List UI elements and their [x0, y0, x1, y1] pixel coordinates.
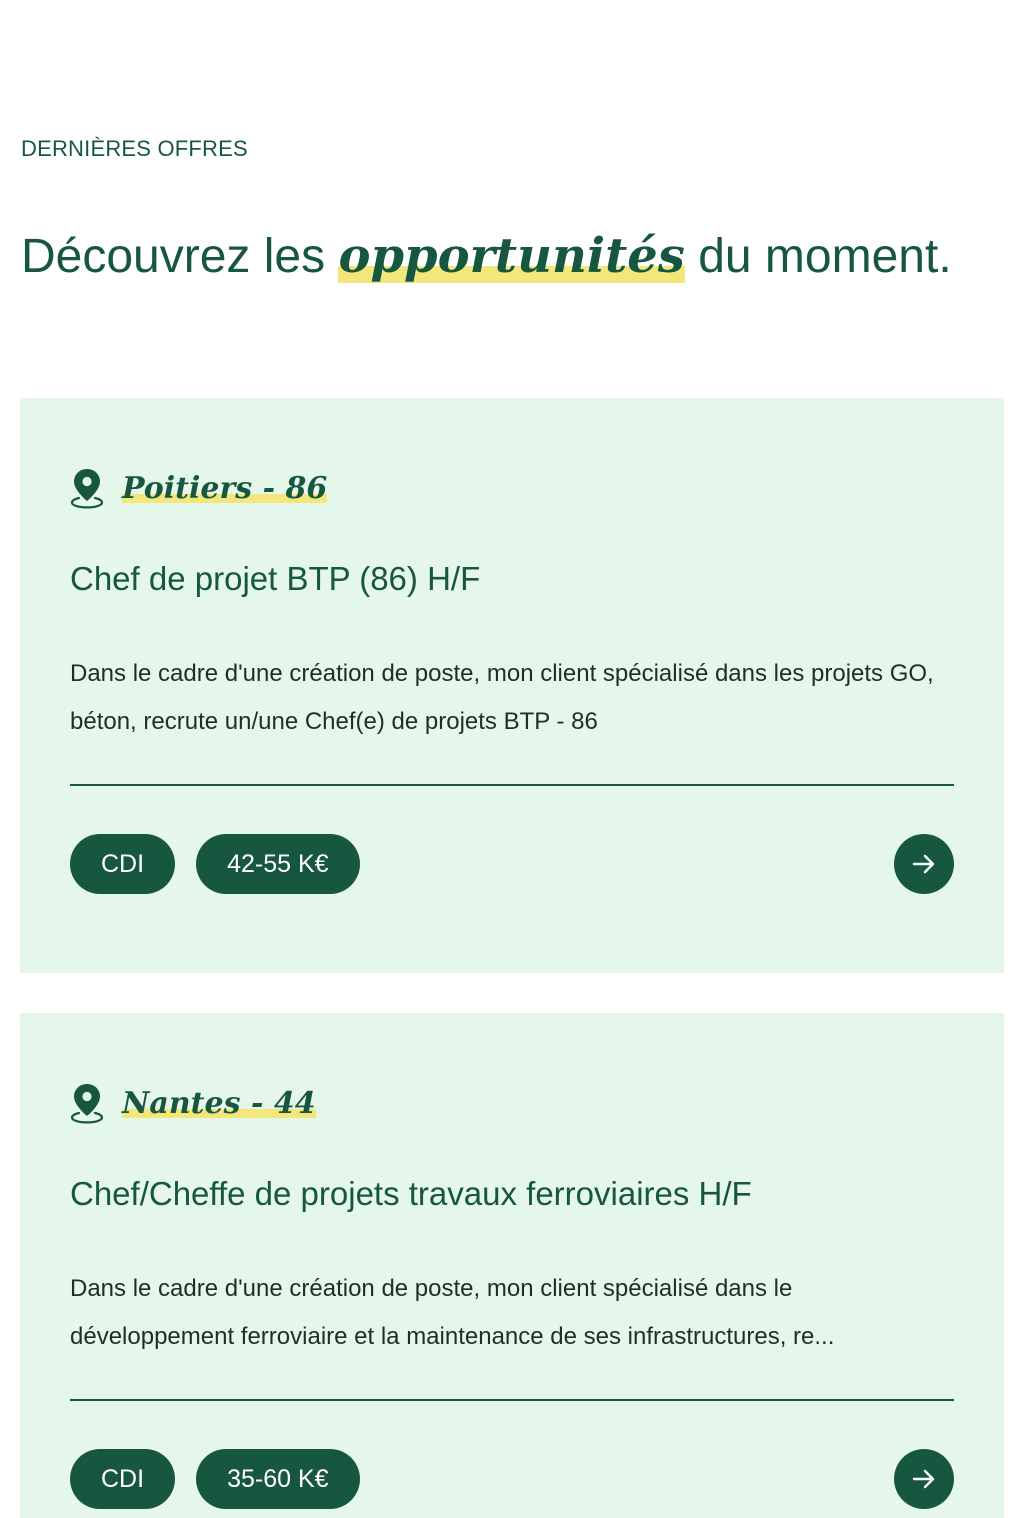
- latest-offers-section: DERNIÈRES OFFRES Découvrez les opportuni…: [0, 0, 1024, 1518]
- location-label: Poitiers - 86: [122, 470, 328, 506]
- headline-text-after: du moment.: [684, 230, 952, 283]
- offer-tags: CDI 35-60 K€: [70, 1449, 381, 1509]
- contract-type-badge: CDI: [70, 834, 176, 894]
- location-pin-icon: [70, 469, 104, 509]
- offer-tags: CDI 42-55 K€: [70, 834, 381, 894]
- arrow-right-icon: [912, 854, 935, 874]
- salary-badge: 35-60 K€: [196, 1449, 360, 1509]
- location-pin-icon: [70, 1084, 104, 1124]
- view-offer-button[interactable]: [894, 1449, 954, 1509]
- job-description: Dans le cadre d'une création de poste, m…: [70, 660, 934, 735]
- section-headline: Découvrez les opportunités du moment.: [21, 226, 952, 287]
- offer-location: Nantes - 44: [70, 1081, 316, 1125]
- job-description: Dans le cadre d'une création de poste, m…: [70, 1275, 835, 1350]
- contract-type-badge: CDI: [70, 1449, 176, 1509]
- job-offer-card[interactable]: Nantes - 44 Chef/Cheffe de projets trava…: [20, 1013, 1004, 1518]
- location-label: Nantes - 44: [122, 1086, 316, 1121]
- view-offer-button[interactable]: [894, 834, 954, 894]
- headline-emphasis-text: opportunités: [338, 228, 685, 284]
- location-text: Nantes - 44: [122, 1085, 316, 1121]
- offer-location: Poitiers - 86: [70, 466, 328, 510]
- job-offer-card[interactable]: Poitiers - 86 Chef de projet BTP (86) H/…: [20, 398, 1004, 973]
- headline-emphasis: opportunités: [338, 226, 685, 287]
- headline-text-before: Découvrez les: [21, 230, 339, 283]
- job-title[interactable]: Chef de projet BTP (86) H/F: [70, 560, 480, 598]
- divider: [70, 1399, 954, 1401]
- location-text: Poitiers - 86: [122, 470, 328, 506]
- salary-badge: 42-55 K€: [196, 834, 360, 894]
- job-title[interactable]: Chef/Cheffe de projets travaux ferroviai…: [70, 1175, 752, 1213]
- section-eyebrow: DERNIÈRES OFFRES: [21, 136, 248, 161]
- arrow-right-icon: [912, 1469, 935, 1489]
- divider: [70, 784, 954, 786]
